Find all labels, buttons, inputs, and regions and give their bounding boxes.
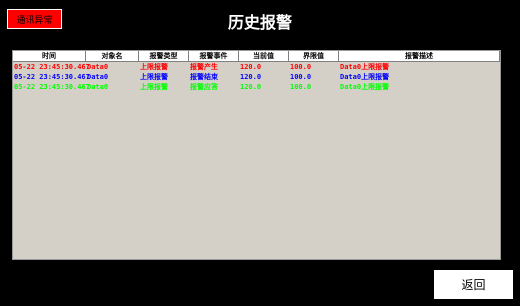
cell-col-time: 05-22 23:45:30.467 [14, 83, 90, 91]
header-col-alarm-type: 报警类型 [139, 51, 189, 61]
cell-col-description: Data0上限报警 [340, 83, 390, 91]
cell-col-alarm-type: 上限报警 [140, 83, 168, 91]
cell-col-alarm-event: 报警结束 [190, 73, 218, 81]
header-col-alarm-event: 报警事件 [189, 51, 239, 61]
cell-col-alarm-event: 报警产生 [190, 63, 218, 71]
header-col-time: 时间 [13, 51, 86, 61]
cell-col-description: Data0上限报警 [340, 63, 390, 71]
cell-col-alarm-type: 上限报警 [140, 73, 168, 81]
cell-col-object: Data0 [87, 63, 109, 71]
cell-col-limit-value: 100.0 [290, 83, 312, 91]
back-button[interactable]: 返回 [433, 269, 514, 300]
cell-col-object: Data0 [87, 73, 109, 81]
header-col-description: 报警描述 [339, 51, 500, 61]
alarm-history-table: 时间 对象名 报警类型 报警事件 当前值 界限值 报警描述 05-22 23:45:30.4… [12, 50, 501, 260]
table-header: 时间 对象名 报警类型 报警事件 当前值 界限值 报警描述 [13, 51, 500, 62]
header-col-current-value: 当前值 [239, 51, 289, 61]
page-title: 历史报警 [227, 13, 292, 32]
header-col-object: 对象名 [86, 51, 139, 61]
cell-col-description: Data0上限报警 [340, 73, 390, 81]
cell-col-current-value: 120.0 [240, 63, 262, 71]
cell-col-time: 05-22 23:45:30.467 [14, 63, 90, 71]
table-row[interactable]: 05-22 23:45:30.467 Data0 上限报警 报警产生 120.0 100.… [13, 62, 500, 72]
table-row[interactable]: 05-22 23:45:30.467 Data0 上限报警 报警应答 120.0 100.… [13, 82, 500, 92]
header-col-limit-value: 界限值 [289, 51, 339, 61]
cell-col-current-value: 120.0 [240, 83, 262, 91]
cell-col-alarm-event: 报警应答 [190, 83, 218, 91]
cell-col-current-value: 120.0 [240, 73, 262, 81]
cell-col-time: 05-22 23:45:30.467 [14, 73, 90, 81]
table-row[interactable]: 05-22 23:45:30.467 Data0 上限报警 报警结束 120.0 100.… [13, 72, 500, 82]
cell-col-alarm-type: 上限报警 [140, 63, 168, 71]
cell-col-limit-value: 100.0 [290, 63, 312, 71]
cell-col-limit-value: 100.0 [290, 73, 312, 81]
cell-col-object: Data0 [87, 83, 109, 91]
